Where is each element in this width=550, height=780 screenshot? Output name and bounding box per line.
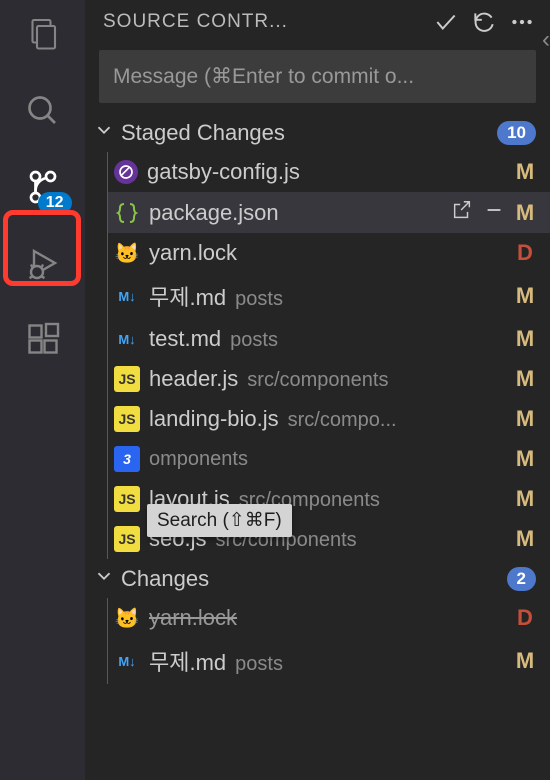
extensions-icon[interactable] <box>22 318 64 360</box>
status-letter: M <box>514 283 536 309</box>
file-path: omponents <box>149 448 248 471</box>
file-row[interactable]: gatsby-config.js M <box>108 152 550 192</box>
section-title: Changes <box>121 566 501 592</box>
js-file-icon: JS <box>114 486 140 512</box>
panel-title: SOURCE CONTR... <box>103 11 422 33</box>
status-letter: M <box>514 366 536 392</box>
section-header[interactable]: Staged Changes 10 <box>85 113 550 152</box>
chevron-down-icon <box>93 119 115 146</box>
file-name: landing-bio.js <box>149 406 279 432</box>
status-letter: M <box>514 326 536 352</box>
status-letter: M <box>514 486 536 512</box>
source-control-badge: 12 <box>38 192 72 214</box>
markdown-file-icon: M↓ <box>114 283 140 309</box>
js-file-icon: JS <box>114 406 140 432</box>
file-path: src/components <box>215 529 356 552</box>
file-path: posts <box>235 288 283 311</box>
file-row[interactable]: package.json M <box>108 192 550 233</box>
markdown-file-icon: M↓ <box>114 326 140 352</box>
panel-header: SOURCE CONTR... ‹ <box>85 0 550 46</box>
file-path: posts <box>235 653 283 676</box>
yarn-lock-icon: 🐱 <box>114 605 140 631</box>
status-letter: M <box>514 200 536 226</box>
chevron-down-icon <box>93 565 115 592</box>
file-row[interactable]: M↓ 무제.md posts M <box>108 638 550 684</box>
file-path: src/compo... <box>288 409 397 432</box>
css-file-icon: 3 <box>114 446 140 472</box>
explorer-icon[interactable] <box>22 14 64 56</box>
json-file-icon <box>114 200 140 226</box>
edge-glyph: ‹ <box>542 26 550 54</box>
status-letter: M <box>514 159 536 185</box>
section-title: Staged Changes <box>121 120 491 146</box>
file-path: posts <box>230 329 278 352</box>
file-row[interactable]: M↓ test.md posts M <box>108 319 550 359</box>
status-letter: M <box>514 406 536 432</box>
file-row[interactable]: JS landing-bio.js src/compo... M <box>108 399 550 439</box>
status-letter: M <box>514 446 536 472</box>
file-row[interactable]: 3 omponents M <box>108 439 550 479</box>
file-name: yarn.lock <box>149 240 237 266</box>
search-icon[interactable] <box>22 90 64 132</box>
file-row[interactable]: JS seo.js src/components M <box>108 519 550 559</box>
file-row[interactable]: 🐱 yarn.lock D <box>108 598 550 638</box>
js-file-icon: JS <box>114 526 140 552</box>
file-name: seo.js <box>149 526 206 552</box>
file-path: src/components <box>239 489 380 512</box>
file-name: 무제.md <box>149 645 226 677</box>
source-control-icon[interactable]: 12 <box>22 166 64 208</box>
status-letter: D <box>514 605 536 631</box>
file-name: layout.js <box>149 486 230 512</box>
count-badge: 2 <box>507 567 536 591</box>
file-name: yarn.lock <box>149 605 237 631</box>
section-header[interactable]: Changes 2 <box>85 559 550 598</box>
unstage-icon[interactable] <box>483 199 505 226</box>
yarn-lock-icon: 🐱 <box>114 240 140 266</box>
file-row[interactable]: 🐱 yarn.lock D <box>108 233 550 273</box>
file-name: 무제.md <box>149 280 226 312</box>
file-row[interactable]: JS layout.js src/components M <box>108 479 550 519</box>
run-debug-icon[interactable] <box>22 242 64 284</box>
file-row[interactable]: JS header.js src/components M <box>108 359 550 399</box>
count-badge: 10 <box>497 121 536 145</box>
file-path: src/components <box>247 369 388 392</box>
file-name: header.js <box>149 366 238 392</box>
file-name: test.md <box>149 326 221 352</box>
js-file-icon: JS <box>114 366 140 392</box>
status-letter: D <box>514 240 536 266</box>
status-letter: M <box>514 648 536 674</box>
status-letter: M <box>514 526 536 552</box>
more-actions-icon[interactable] <box>508 8 536 36</box>
file-row[interactable]: M↓ 무제.md posts M <box>108 273 550 319</box>
file-name: gatsby-config.js <box>147 159 300 185</box>
markdown-file-icon: M↓ <box>114 648 140 674</box>
source-control-panel: SOURCE CONTR... ‹ Message (⌘Enter to com… <box>85 0 550 780</box>
activity-bar: 12 <box>0 0 85 780</box>
commit-message-input[interactable]: Message (⌘Enter to commit o... <box>99 50 536 103</box>
refresh-icon[interactable] <box>470 8 498 36</box>
file-name: package.json <box>149 200 279 226</box>
commit-checkmark-icon[interactable] <box>432 8 460 36</box>
open-file-icon[interactable] <box>451 199 473 226</box>
gatsby-file-icon <box>114 160 138 184</box>
